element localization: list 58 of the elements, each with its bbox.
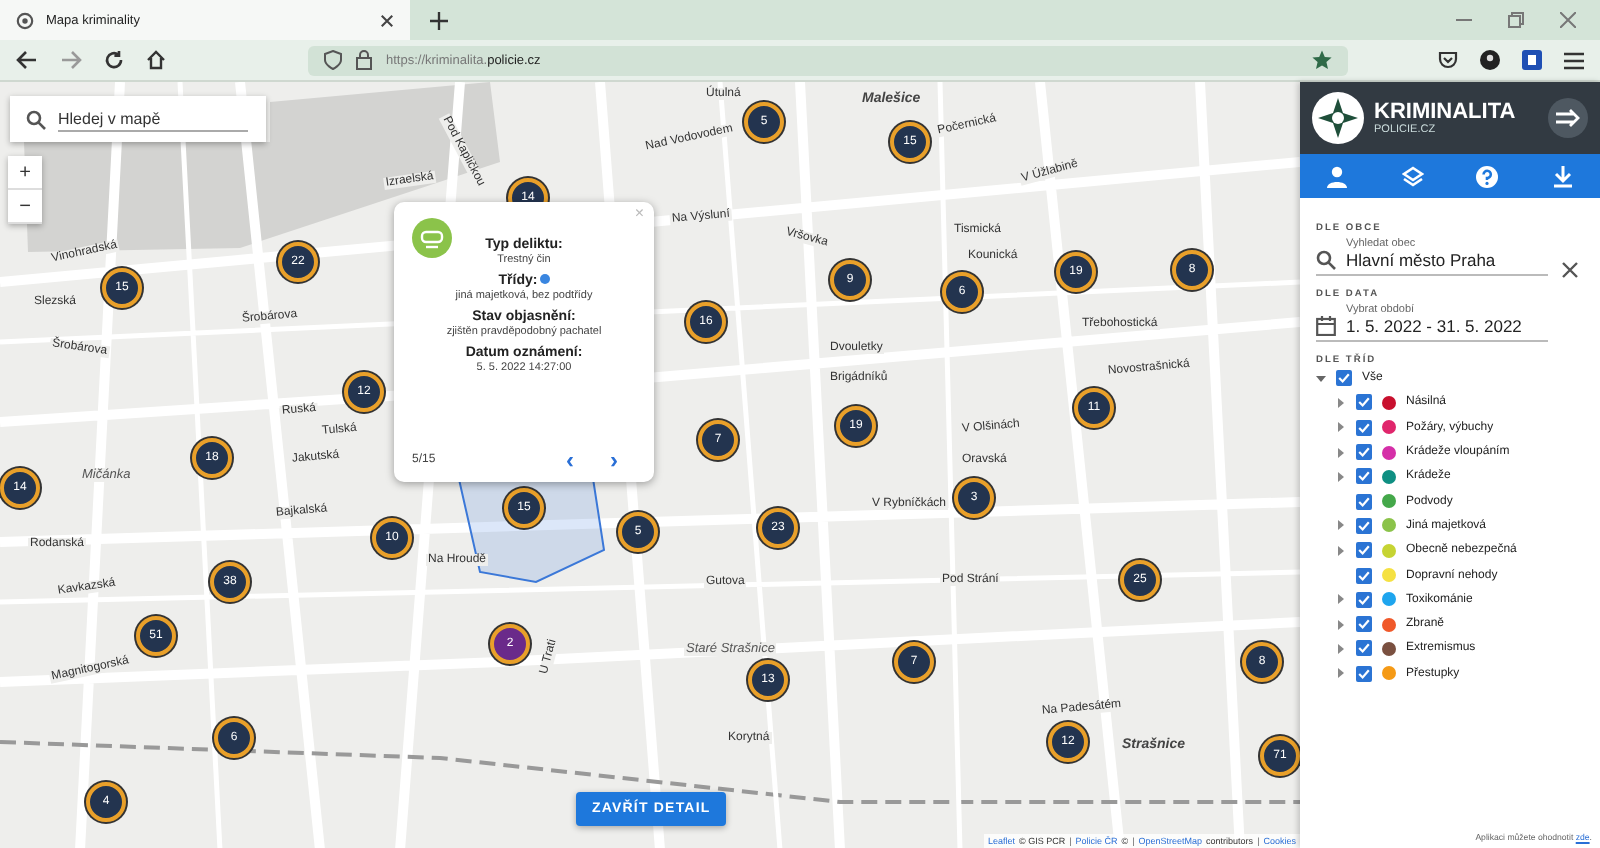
caret-icon[interactable] xyxy=(1336,545,1346,556)
caret-icon[interactable] xyxy=(1336,594,1346,605)
close-icon[interactable] xyxy=(380,13,394,27)
forward-icon[interactable] xyxy=(60,50,82,70)
checkbox[interactable] xyxy=(1356,468,1372,485)
checkbox[interactable] xyxy=(1356,567,1372,584)
pocket-icon[interactable] xyxy=(1438,50,1458,70)
zoom-in-button[interactable]: + xyxy=(8,156,42,190)
checkbox[interactable] xyxy=(1356,616,1372,633)
caret-icon[interactable] xyxy=(1336,422,1346,433)
zoom-out-button[interactable]: − xyxy=(8,190,42,224)
help-icon[interactable] xyxy=(1476,165,1499,187)
menu-icon[interactable] xyxy=(1564,51,1584,69)
back-icon[interactable] xyxy=(16,50,38,70)
restore-icon[interactable] xyxy=(1508,12,1524,28)
home-icon[interactable] xyxy=(146,50,166,70)
incident-type-icon xyxy=(412,218,452,258)
app-title: KRIMINALITA xyxy=(1374,100,1518,124)
police-star-logo-icon xyxy=(1312,92,1364,144)
previous-button[interactable]: ‹ xyxy=(548,450,592,470)
checkbox[interactable] xyxy=(1356,542,1372,559)
layers-icon[interactable] xyxy=(1401,165,1424,187)
reload-icon[interactable] xyxy=(104,50,124,70)
person-icon[interactable] xyxy=(1326,165,1349,187)
caret-icon[interactable] xyxy=(1336,619,1346,630)
caret-icon[interactable] xyxy=(1336,520,1346,531)
lock-icon xyxy=(356,50,372,70)
checkbox[interactable] xyxy=(1336,370,1352,387)
download-icon[interactable] xyxy=(1551,165,1574,187)
info-icon xyxy=(539,274,550,284)
checkbox[interactable] xyxy=(1356,444,1372,461)
checkbox[interactable] xyxy=(1356,665,1372,682)
map-search-box[interactable]: Hledej v mapě xyxy=(10,96,266,142)
caret-icon[interactable] xyxy=(1336,397,1346,408)
star-icon[interactable] xyxy=(1312,50,1332,70)
collapse-panel-button[interactable] xyxy=(1548,98,1588,138)
calendar-icon xyxy=(1316,316,1336,336)
caret-icon[interactable] xyxy=(1316,373,1326,384)
checkbox[interactable] xyxy=(1356,591,1372,608)
checkbox[interactable] xyxy=(1356,419,1372,436)
map-search-field[interactable]: Hledej v mapě xyxy=(58,107,248,131)
account-icon[interactable] xyxy=(1480,50,1500,70)
new-tab-icon[interactable] xyxy=(430,11,448,29)
extension-icon[interactable] xyxy=(1522,50,1542,70)
checkbox[interactable] xyxy=(1356,517,1372,534)
shield-icon xyxy=(324,50,342,70)
search-icon xyxy=(1316,250,1336,270)
caret-icon[interactable] xyxy=(1336,447,1346,458)
next-button[interactable]: › xyxy=(592,450,636,470)
checkbox[interactable] xyxy=(1356,640,1372,657)
clear-icon[interactable] xyxy=(1562,262,1578,278)
caret-icon[interactable] xyxy=(1336,643,1346,654)
arrow-icon xyxy=(1556,108,1580,128)
caret-icon[interactable] xyxy=(1336,471,1346,482)
search-icon xyxy=(26,109,46,129)
caret-icon[interactable] xyxy=(1336,668,1346,679)
checkbox[interactable] xyxy=(1356,394,1372,411)
checkbox[interactable] xyxy=(1356,493,1372,510)
